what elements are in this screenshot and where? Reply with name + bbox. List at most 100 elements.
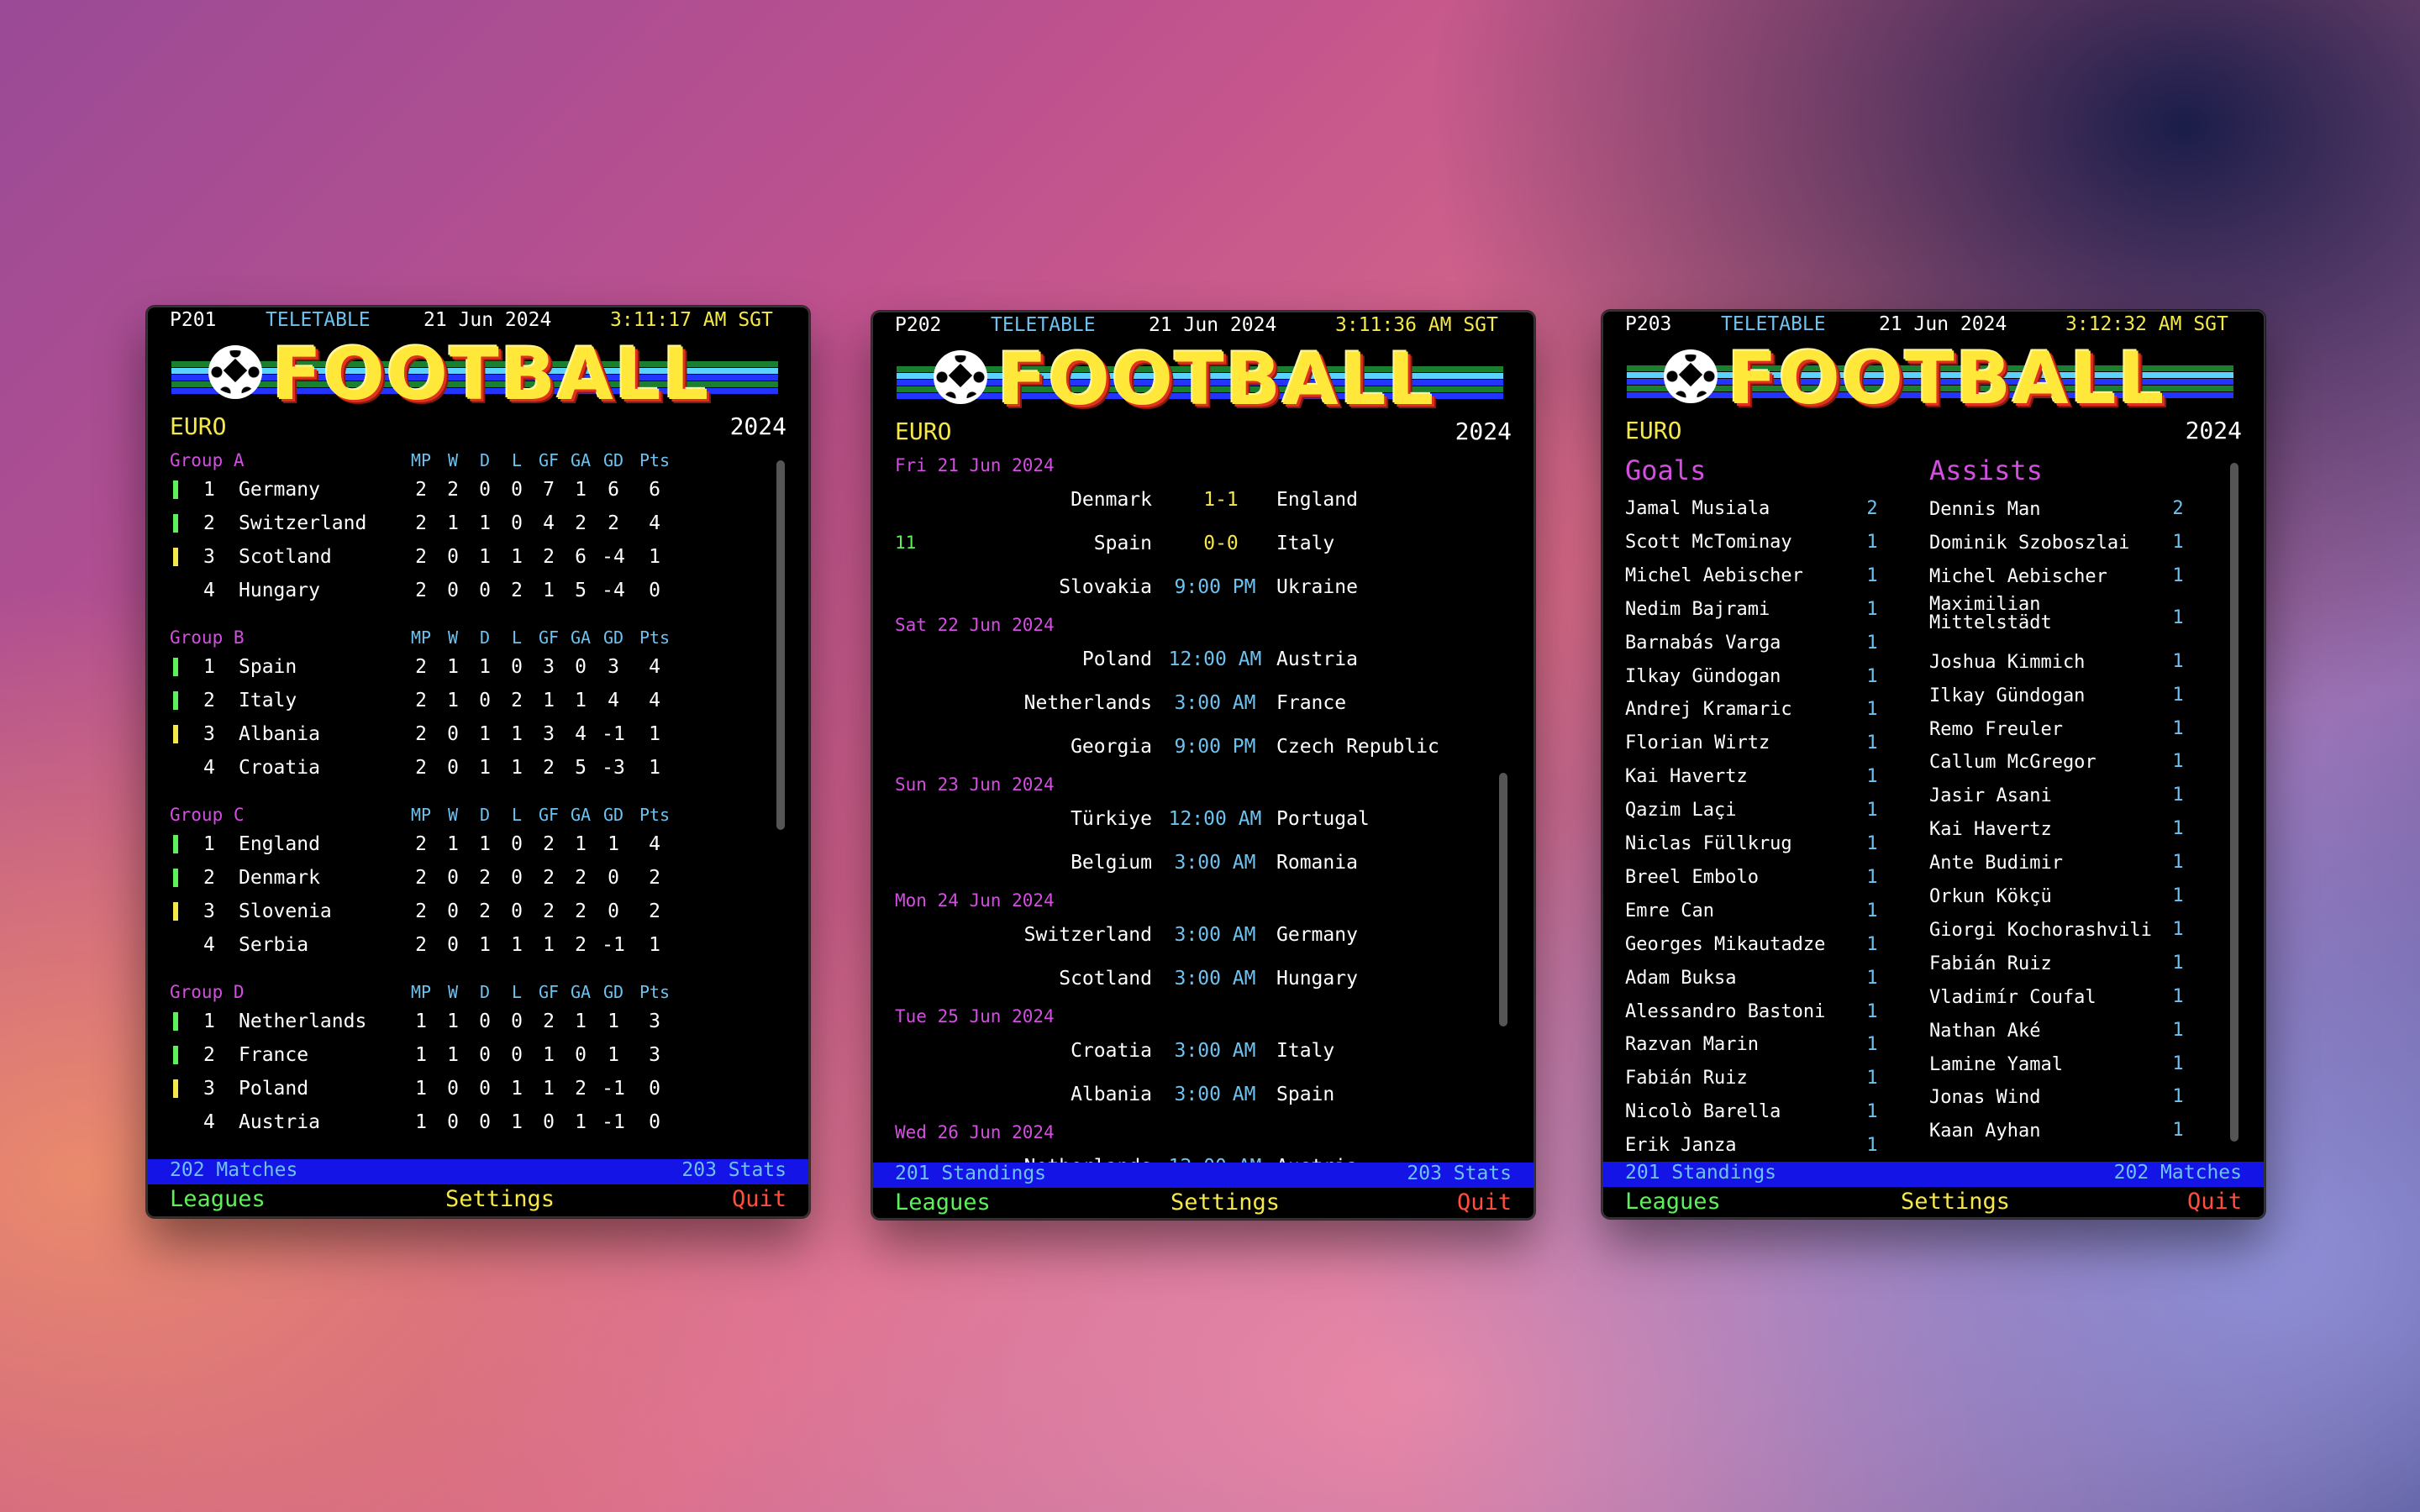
home-team[interactable]: Croatia (1071, 1040, 1152, 1062)
assister-name[interactable]: Fabián Ruiz (1929, 953, 2052, 976)
scorer-name[interactable]: Nicolò Barella (1625, 1101, 1781, 1122)
scorer-name[interactable]: Nedim Bajrami (1625, 599, 1770, 620)
standings-window[interactable]: P201 TELETABLE 21 Jun 2024 3:11:17 AM SG… (146, 306, 810, 1218)
assister-name[interactable]: Kai Havertz (1929, 818, 2052, 842)
nav-stats-link[interactable]: 203 Stats (681, 1159, 786, 1181)
match-result[interactable]: 3:00 AM (1160, 852, 1270, 874)
match-result[interactable]: 3:00 AM (1160, 692, 1270, 714)
away-team[interactable]: Czech Republic (1276, 736, 1439, 758)
team-name[interactable]: Italy (239, 690, 297, 711)
scorer-name[interactable]: Ilkay Gündogan (1625, 666, 1781, 687)
away-team[interactable]: Italy (1276, 1040, 1334, 1062)
home-team[interactable]: Denmark (1071, 489, 1152, 511)
home-team[interactable]: Spain (1094, 533, 1152, 554)
assister-name[interactable]: Lamine Yamal (1929, 1053, 2063, 1077)
team-name[interactable]: Netherlands (239, 1011, 366, 1032)
away-team[interactable]: Spain (1276, 1084, 1334, 1105)
home-team[interactable]: Switzerland (1024, 924, 1152, 946)
home-team[interactable]: Albania (1071, 1084, 1152, 1105)
team-name[interactable]: Switzerland (239, 512, 366, 534)
quit-button[interactable]: Quit (2187, 1189, 2242, 1215)
assister-name[interactable]: Dominik Szoboszlai (1929, 532, 2129, 555)
match-result[interactable]: 3:00 AM (1160, 968, 1270, 990)
assister-name[interactable]: Ilkay Gündogan (1929, 685, 2085, 708)
match-result[interactable]: 1-1 (1187, 489, 1255, 511)
assister-name[interactable]: Vladimír Coufal (1929, 986, 2096, 1010)
assister-name[interactable]: Maximilian Mittelstädt (1929, 595, 2052, 633)
assister-name[interactable]: Michel Aebischer (1929, 565, 2107, 589)
team-name[interactable]: Hungary (239, 580, 320, 601)
scorer-name[interactable]: Scott McTominay (1625, 532, 1792, 553)
scorer-name[interactable]: Jamal Musiala (1625, 498, 1770, 519)
team-name[interactable]: Serbia (239, 934, 308, 956)
scorer-name[interactable]: Alessandro Bastoni (1625, 1001, 1825, 1022)
team-name[interactable]: Germany (239, 479, 320, 501)
team-name[interactable]: Poland (239, 1078, 308, 1100)
assister-name[interactable]: Kaan Ayhan (1929, 1120, 2040, 1143)
nav-standings-link[interactable]: 201 Standings (895, 1163, 1046, 1184)
assister-name[interactable]: Jasir Asani (1929, 785, 2052, 808)
nav-stats-link[interactable]: 203 Stats (1407, 1163, 1512, 1184)
assister-name[interactable]: Remo Freuler (1929, 718, 2063, 742)
settings-button[interactable]: Settings (1901, 1189, 2010, 1215)
scrollbar[interactable] (2230, 463, 2238, 1142)
assister-name[interactable]: Ante Budimir (1929, 852, 2063, 875)
match-result[interactable]: 9:00 PM (1160, 736, 1270, 758)
home-team[interactable]: Belgium (1071, 852, 1152, 874)
team-name[interactable]: Slovenia (239, 900, 332, 922)
assister-name[interactable]: Giorgi Kochorashvili (1929, 919, 2152, 942)
scorer-name[interactable]: Breel Embolo (1625, 867, 1759, 888)
scorer-name[interactable]: Kai Havertz (1625, 766, 1748, 787)
away-team[interactable]: England (1276, 489, 1358, 511)
assister-name[interactable]: Jonas Wind (1929, 1086, 2040, 1110)
match-result[interactable]: 0-0 (1187, 533, 1255, 554)
match-result[interactable]: 9:00 PM (1160, 576, 1270, 598)
quit-button[interactable]: Quit (1457, 1189, 1512, 1215)
assister-name[interactable]: Callum McGregor (1929, 751, 2096, 774)
match-result[interactable]: 3:00 AM (1160, 1040, 1270, 1062)
scorer-name[interactable]: Fabián Ruiz (1625, 1068, 1748, 1089)
scorer-name[interactable]: Qazim Laçi (1625, 800, 1736, 821)
nav-matches-link[interactable]: 202 Matches (2114, 1162, 2242, 1184)
home-team[interactable]: Poland (1082, 648, 1152, 670)
settings-button[interactable]: Settings (445, 1186, 555, 1212)
scorer-name[interactable]: Adam Buksa (1625, 968, 1736, 989)
away-team[interactable]: Romania (1276, 852, 1358, 874)
scorer-name[interactable]: Razvan Marin (1625, 1034, 1759, 1055)
assister-name[interactable]: Orkun Kökçü (1929, 885, 2052, 909)
match-result[interactable]: 12:00 AM (1160, 808, 1270, 830)
team-name[interactable]: Scotland (239, 546, 332, 568)
assister-name[interactable]: Joshua Kimmich (1929, 651, 2085, 675)
home-team[interactable]: Türkiye (1071, 808, 1152, 830)
settings-button[interactable]: Settings (1171, 1189, 1280, 1215)
home-team[interactable]: Netherlands (1024, 692, 1152, 714)
team-name[interactable]: Spain (239, 656, 297, 678)
home-team[interactable]: Georgia (1071, 736, 1152, 758)
match-result[interactable]: 3:00 AM (1160, 924, 1270, 946)
scorer-name[interactable]: Barnabás Varga (1625, 633, 1781, 654)
scorer-name[interactable]: Georges Mikautadze (1625, 934, 1825, 955)
scorer-name[interactable]: Florian Wirtz (1625, 732, 1770, 753)
team-name[interactable]: Croatia (239, 757, 320, 779)
away-team[interactable]: Germany (1276, 924, 1358, 946)
away-team[interactable]: Hungary (1276, 968, 1358, 990)
away-team[interactable]: Ukraine (1276, 576, 1358, 598)
team-name[interactable]: Austria (239, 1111, 320, 1133)
stats-window[interactable]: P203 TELETABLE 21 Jun 2024 3:12:32 AM SG… (1602, 310, 2265, 1219)
away-team[interactable]: France (1276, 692, 1346, 714)
scorer-name[interactable]: Emre Can (1625, 900, 1714, 921)
scrollbar[interactable] (776, 460, 785, 830)
matches-window[interactable]: P202 TELETABLE 21 Jun 2024 3:11:36 AM SG… (871, 311, 1535, 1220)
match-result[interactable]: 12:00 AM (1160, 648, 1270, 670)
away-team[interactable]: Austria (1276, 648, 1358, 670)
assister-name[interactable]: Nathan Aké (1929, 1020, 2040, 1043)
leagues-button[interactable]: Leagues (895, 1189, 991, 1215)
match-result[interactable]: 3:00 AM (1160, 1084, 1270, 1105)
team-name[interactable]: Denmark (239, 867, 320, 889)
nav-matches-link[interactable]: 202 Matches (170, 1159, 297, 1181)
scorer-name[interactable]: Michel Aebischer (1625, 565, 1803, 586)
away-team[interactable]: Portugal (1276, 808, 1370, 830)
home-team[interactable]: Slovakia (1059, 576, 1152, 598)
away-team[interactable]: Italy (1276, 533, 1334, 554)
scrollbar[interactable] (1499, 773, 1507, 1026)
